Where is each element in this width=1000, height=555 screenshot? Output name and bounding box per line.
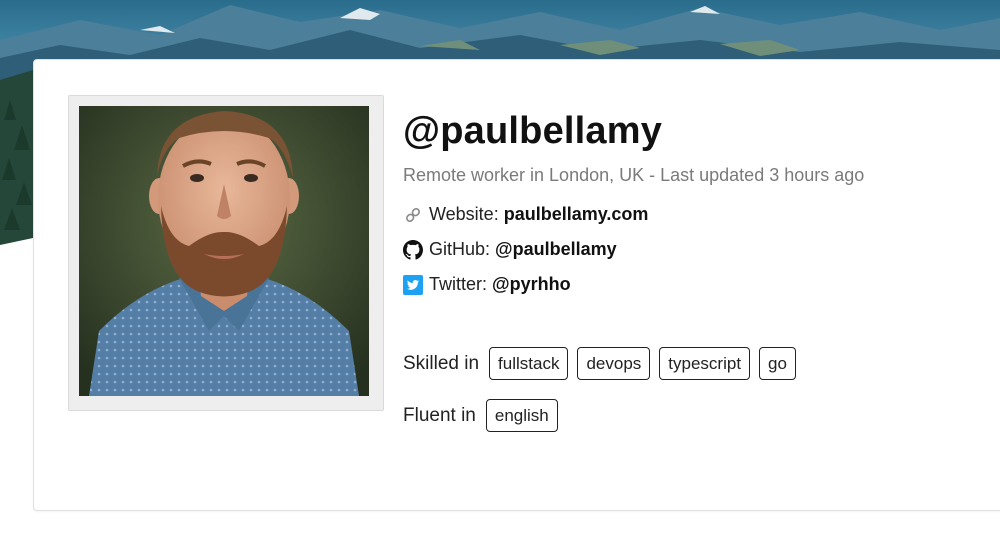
- github-label: GitHub:: [429, 239, 491, 259]
- profile-subtitle: Remote worker in London, UK - Last updat…: [403, 165, 865, 185]
- github-icon: [403, 239, 423, 260]
- skill-tag[interactable]: typescript: [659, 347, 751, 380]
- avatar: [79, 106, 369, 396]
- twitter-label: Twitter:: [429, 274, 488, 294]
- skill-tag[interactable]: fullstack: [489, 347, 569, 380]
- github-link[interactable]: @paulbellamy: [495, 239, 617, 260]
- github-row: GitHub: @paulbellamy: [403, 232, 993, 267]
- skill-tag[interactable]: devops: [577, 347, 651, 380]
- languages-row: Fluent in english: [403, 399, 567, 432]
- profile-info: @paulbellamy Remote worker in London, UK…: [403, 108, 993, 302]
- language-tag[interactable]: english: [485, 399, 558, 432]
- profile-photo: [79, 106, 369, 396]
- languages-label: Fluent in: [403, 404, 476, 426]
- link-icon: [403, 205, 423, 225]
- website-link[interactable]: paulbellamy.com: [504, 204, 649, 225]
- twitter-icon: [403, 274, 423, 295]
- skill-tag[interactable]: go: [759, 347, 796, 380]
- username-heading: @paulbellamy: [403, 110, 663, 152]
- skills-row: Skilled in fullstack devops typescript g…: [403, 347, 805, 380]
- profile-links: Website: paulbellamy.com GitHub: @paulbe…: [403, 197, 993, 302]
- twitter-link[interactable]: @pyrhho: [492, 274, 571, 295]
- avatar-frame: [68, 95, 384, 411]
- website-label: Website:: [429, 204, 499, 224]
- twitter-row: Twitter: @pyrhho: [403, 267, 993, 302]
- skills-label: Skilled in: [403, 352, 480, 374]
- website-row: Website: paulbellamy.com: [403, 197, 993, 232]
